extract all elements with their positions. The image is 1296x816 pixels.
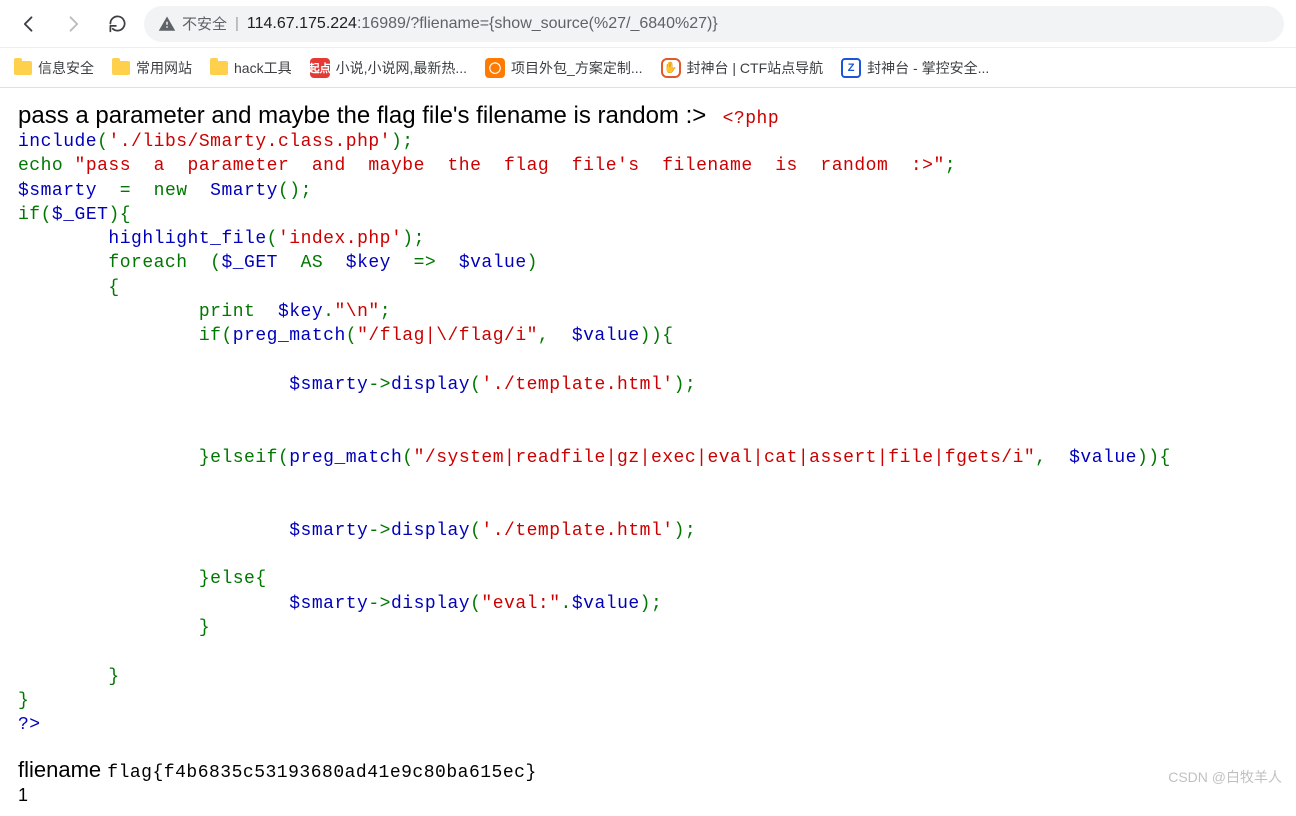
site-icon: ◯ [485, 58, 505, 78]
page-headline: pass a parameter and maybe the flag file… [18, 102, 706, 129]
browser-toolbar: 不安全 | 114.67.175.224:16989/?fliename={sh… [0, 0, 1296, 48]
site-icon: Z [841, 58, 861, 78]
fliename-line: fliename flag{f4b6835c53193680ad41e9c80b… [18, 757, 1278, 783]
trailing-one: 1 [18, 785, 1278, 806]
separator: | [235, 15, 239, 32]
bookmark-item[interactable]: 起点小说,小说网,最新热... [310, 58, 467, 78]
fliename-label: fliename [18, 757, 101, 782]
watermark: CSDN @白牧羊人 [1168, 767, 1282, 787]
flag-value: flag{f4b6835c53193680ad41e9c80ba615ec} [107, 763, 536, 783]
bookmark-item[interactable]: ◯项目外包_方案定制... [485, 58, 642, 78]
back-button[interactable] [12, 7, 46, 41]
folder-icon [112, 61, 130, 75]
bookmark-item[interactable]: 信息安全 [14, 58, 94, 78]
url-text: 114.67.175.224:16989/?fliename={show_sou… [247, 15, 718, 33]
reload-button[interactable] [100, 7, 134, 41]
bookmark-item[interactable]: 常用网站 [112, 58, 192, 78]
bookmark-item[interactable]: ✋封神台 | CTF站点导航 [661, 58, 824, 78]
site-icon: ✋ [661, 58, 681, 78]
warning-icon [158, 15, 176, 33]
insecure-label: 不安全 [182, 13, 227, 34]
site-icon: 起点 [310, 58, 330, 78]
address-bar[interactable]: 不安全 | 114.67.175.224:16989/?fliename={sh… [144, 6, 1284, 42]
insecure-badge: 不安全 [158, 13, 227, 34]
folder-icon [210, 61, 228, 75]
bookmark-item[interactable]: Z封神台 - 掌控安全... [841, 58, 989, 78]
bookmarks-bar: 信息安全 常用网站 hack工具 起点小说,小说网,最新热... ◯项目外包_方… [0, 48, 1296, 88]
bookmark-item[interactable]: hack工具 [210, 58, 292, 78]
page-content: pass a parameter and maybe the flag file… [0, 88, 1296, 816]
forward-button[interactable] [56, 7, 90, 41]
code-block: include('./libs/Smarty.class.php'); echo… [18, 130, 1278, 737]
php-open-tag: <?php [711, 109, 779, 129]
folder-icon [14, 61, 32, 75]
